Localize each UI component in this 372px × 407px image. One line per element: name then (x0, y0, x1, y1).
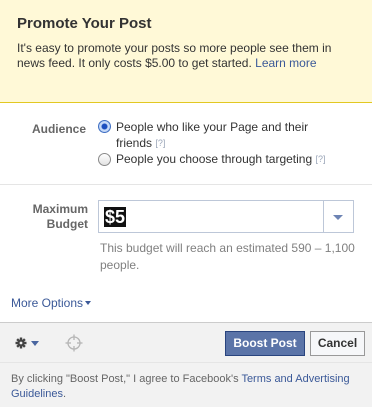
crosshair-icon (65, 334, 83, 352)
budget-value: $5 (104, 207, 127, 227)
promote-header: Promote Your Post It's easy to promote y… (0, 0, 372, 103)
audience-option-targeting[interactable]: People you choose through targeting [?] (116, 151, 366, 167)
targeting-button[interactable] (64, 333, 84, 353)
disclaimer-text: By clicking "Boost Post," I agree to Fac… (11, 372, 366, 402)
audience-option-fans[interactable]: People who like your Page and their frie… (116, 119, 346, 151)
settings-menu-button[interactable] (15, 335, 43, 351)
budget-label-line2: Budget (46, 217, 88, 231)
budget-label-line1: Maximum (32, 202, 88, 216)
cancel-button[interactable]: Cancel (310, 331, 365, 356)
learn-more-link[interactable]: Learn more (255, 56, 316, 70)
chevron-down-icon (31, 341, 39, 346)
section-divider (0, 184, 372, 185)
disclaimer-end: . (62, 388, 67, 400)
more-options-link[interactable]: More Options (11, 296, 92, 310)
action-bar: Boost Post Cancel (0, 322, 372, 362)
audience-radio-fans[interactable] (98, 120, 111, 133)
disclaimer-prefix: By clicking "Boost Post," I agree to Fac… (11, 373, 242, 385)
caret-down-icon (85, 301, 92, 305)
more-options-label: More Options (11, 296, 84, 310)
audience-label: Audience (31, 122, 86, 136)
help-icon[interactable]: [?] (155, 138, 165, 148)
budget-dropdown-button[interactable] (324, 200, 354, 233)
header-title: Promote Your Post (17, 15, 152, 32)
budget-input[interactable]: $5 (98, 200, 324, 233)
budget-estimate: This budget will reach an estimated 590 … (100, 241, 355, 272)
budget-label: Maximum Budget (10, 202, 88, 232)
header-description: It's easy to promote your posts so more … (17, 41, 362, 71)
audience-option-targeting-label: People you choose through targeting (116, 152, 313, 166)
terms-disclaimer: By clicking "Boost Post," I agree to Fac… (0, 362, 372, 407)
help-icon[interactable]: [?] (316, 154, 326, 164)
chevron-down-icon (333, 215, 343, 220)
audience-radio-targeting[interactable] (98, 153, 111, 166)
boost-post-button[interactable]: Boost Post (225, 331, 305, 356)
gear-icon (15, 337, 39, 349)
audience-option-fans-label: People who like your Page and their frie… (116, 120, 309, 150)
